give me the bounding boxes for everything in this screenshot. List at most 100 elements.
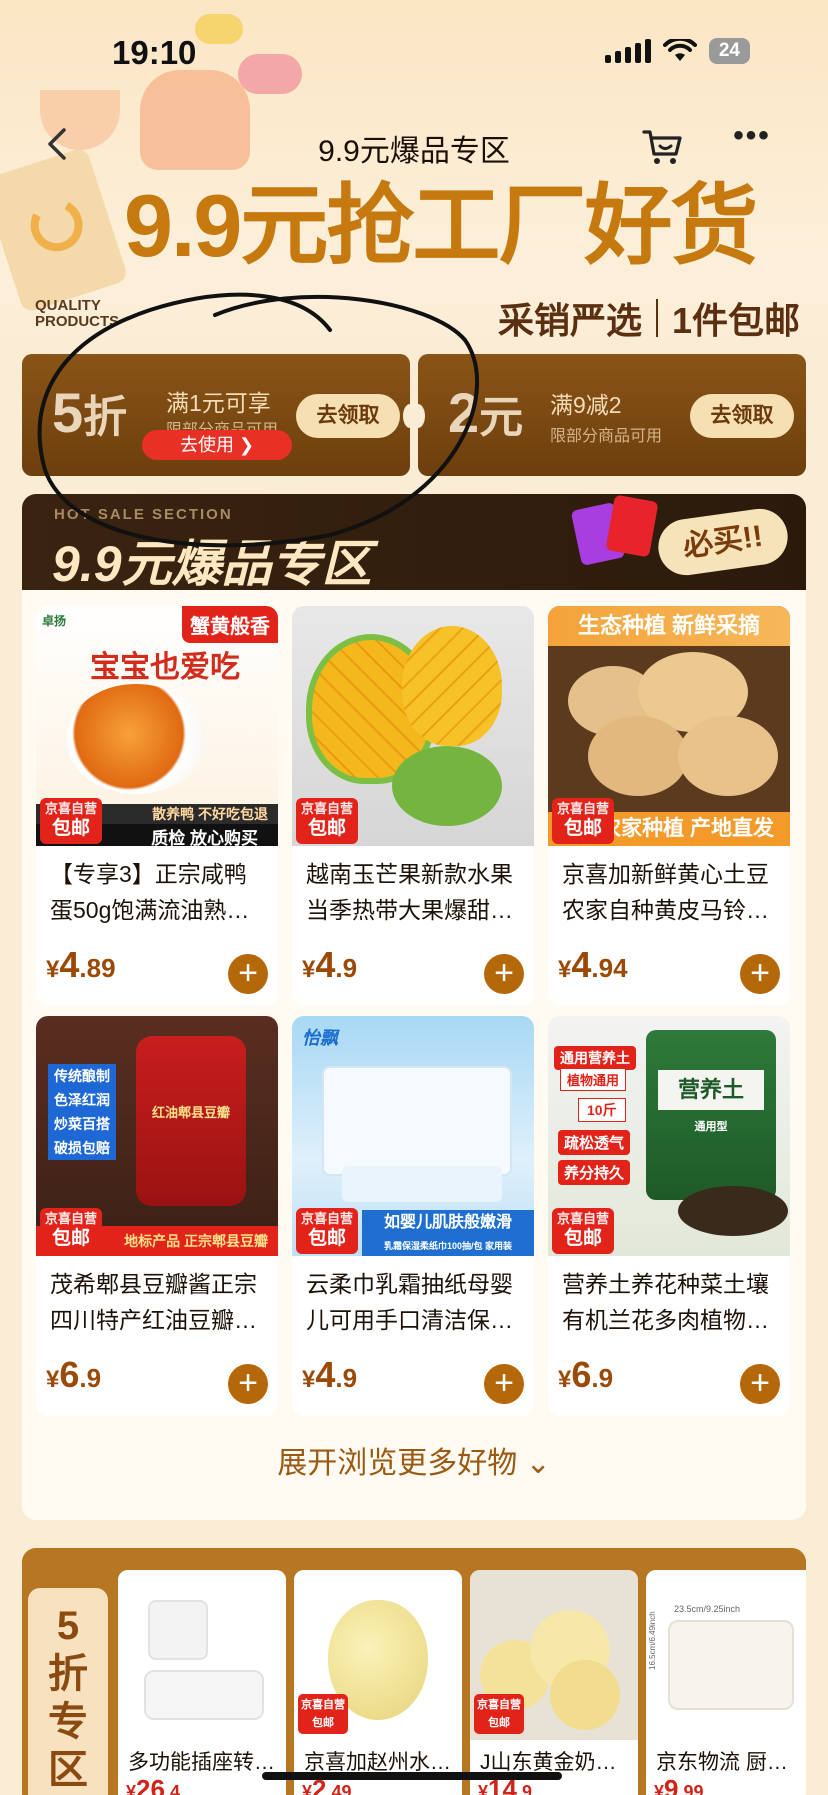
price-integer: 4 [59, 944, 80, 985]
price-integer: 9 [664, 1774, 679, 1795]
product-card[interactable]: 通用营养土 植物通用 10斤 疏松透气 养分持久 营养土 通用型 京喜自营 包邮 … [548, 1016, 790, 1416]
storage-box-image [668, 1620, 794, 1710]
expand-more-button[interactable]: 展开浏览更多好物 ⌄ [22, 1438, 806, 1482]
potato-image [588, 716, 688, 796]
product-tag: 植物通用 [560, 1068, 627, 1091]
badge-line-1: 京喜自营 [44, 801, 97, 816]
hot-sale-header: HOT SALE SECTION 9.9元爆品专区 必买!! [22, 494, 806, 592]
product-tag: 10斤 [578, 1098, 626, 1122]
product-banner-top: 生态种植 新鲜采摘 [548, 606, 790, 646]
coupon-subtext: 限部分商品可用 [550, 428, 663, 445]
price-decimal: .9 [516, 1782, 532, 1795]
product-price: ¥6.9 [558, 1354, 614, 1395]
add-icon[interactable]: + [228, 954, 268, 994]
claim-coupon-button[interactable]: 去领取 [690, 394, 794, 438]
product-price: ¥4.9 [302, 1354, 358, 1395]
hot-sale-section: HOT SALE SECTION 9.9元爆品专区 必买!! 卓扬 蟹黄般香 宝… [22, 494, 806, 1520]
brand-logo: 卓扬 [42, 614, 67, 628]
must-buy-badge: 必买!! [654, 505, 792, 579]
price-decimal: .49 [326, 1782, 352, 1795]
page-title: 9.9元爆品专区 [318, 135, 510, 168]
add-icon[interactable]: + [484, 954, 524, 994]
signal-icon [604, 39, 651, 63]
product-name: 越南玉芒果新款水果当季热带大果爆甜… [306, 861, 513, 923]
dimension-label: 16.5cm/6.49inch [648, 1611, 657, 1670]
coupon-card-5-off[interactable]: 5折 满1元可享 限部分商品可用 去领取 去使用 ❯ [22, 354, 410, 476]
add-icon[interactable]: + [740, 1364, 780, 1404]
product-image [118, 1570, 286, 1740]
price-decimal: .4 [164, 1782, 180, 1795]
badge-line-1: 京喜自营 [477, 1699, 521, 1711]
badge-line-2: 包邮 [307, 818, 346, 839]
product-price: ¥4.94 [558, 944, 628, 985]
battery-icon: 24 [708, 38, 750, 64]
hot-sale-title: 9.9元爆品专区 [52, 536, 372, 592]
product-banner-sub: 乳霜保湿柔纸巾100抽/包 家用装 [362, 1236, 534, 1256]
quality-line-1: QUALITY [35, 297, 101, 314]
half-price-zone-label: 5折专区 [28, 1588, 108, 1795]
coupon-value-unit: 元 [479, 393, 524, 442]
product-name: 【专享3】正宗咸鸭蛋50g饱满流油熟… [50, 861, 250, 923]
add-icon[interactable]: + [740, 954, 780, 994]
mini-product-card[interactable]: 多功能插座转… ¥26.4 [118, 1570, 286, 1795]
price-decimal: .9 [335, 953, 358, 983]
product-tag: 炒菜百搭 [48, 1112, 116, 1136]
mini-product-card[interactable]: 京喜自营 包邮 J山东黄金奶… ¥14.9 [470, 1570, 638, 1795]
power-strip-image [148, 1600, 208, 1660]
product-card[interactable]: 红油郫县豆瓣 传统酿制 色泽红润 炒菜百搭 破损包赔 地标产品 正宗郫县豆瓣 京… [36, 1016, 278, 1416]
shopping-bag-decoration [0, 146, 129, 314]
coupon-card-2-yuan[interactable]: 2元 满9减2 限部分商品可用 去领取 [418, 354, 806, 476]
product-name: 云柔巾乳霜抽纸母婴儿可用手口清洁保… [306, 1271, 513, 1333]
add-icon[interactable]: + [484, 1364, 524, 1404]
product-tag: 通用营养土 [554, 1046, 636, 1070]
bag-label: 营养土 [658, 1070, 764, 1110]
add-icon[interactable]: + [228, 1364, 268, 1404]
jd-self-operated-badge: 京喜自营 包邮 [552, 798, 614, 844]
coupon-value: 5折 [52, 380, 127, 445]
price-decimal: .9 [79, 1363, 102, 1393]
product-card[interactable]: 卓扬 蟹黄般香 宝宝也爱吃 散养鸭 不好吃包退 质检 放心购买 京喜自营 包邮 【… [36, 606, 278, 1006]
product-tag: 破损包赔 [48, 1136, 116, 1160]
price-integer: 6 [571, 1354, 592, 1395]
price-decimal: .99 [678, 1782, 704, 1795]
product-price: ¥6.9 [46, 1354, 102, 1395]
potato-image [678, 716, 778, 796]
product-card[interactable]: 生态种植 新鲜采摘 农家种植 产地直发 京喜自营 包邮 京喜加新鲜黄心土豆农家自种… [548, 606, 790, 1006]
price-integer: 4 [571, 944, 592, 985]
product-name: 京喜加新鲜黄心土豆农家自种黄皮马铃… [562, 861, 769, 923]
status-time: 19:10 [112, 34, 197, 71]
dimension-label: 23.5cm/9.25inch [674, 1604, 741, 1614]
quality-line-2: PRODUCTS [35, 313, 120, 330]
product-card[interactable]: 京喜自营 包邮 越南玉芒果新款水果当季热带大果爆甜… ¥4.9 + [292, 606, 534, 1006]
price-integer: 26 [136, 1774, 165, 1795]
hero-headline: 9.9元抢工厂好货 [124, 176, 758, 275]
price-decimal: .89 [79, 953, 116, 983]
jar-label: 红油郫县豆瓣 [151, 1105, 230, 1120]
nav-bar: 9.9元爆品专区 ••• [0, 120, 828, 170]
pear-image [550, 1660, 620, 1730]
product-tag: 色泽红润 [48, 1088, 116, 1112]
price-decimal: .94 [591, 953, 628, 983]
tagline-divider [655, 299, 658, 337]
claim-coupon-button[interactable]: 去领取 [296, 394, 400, 438]
product-price: ¥26.4 [126, 1774, 180, 1795]
mango-image [402, 626, 502, 746]
coupon-value-number: 5 [52, 381, 84, 444]
badge-line-2: 包邮 [307, 1228, 346, 1249]
coupon-value: 2元 [448, 380, 523, 445]
mango-image [392, 746, 502, 826]
jd-self-operated-badge: 京喜自营 包邮 [296, 1208, 358, 1254]
use-coupon-button[interactable]: 去使用 ❯ [142, 430, 292, 460]
product-banner-top: 如婴儿肌肤般嫩滑 [362, 1210, 534, 1236]
cart-icon[interactable] [640, 124, 684, 168]
mini-product-card[interactable]: 23.5cm/9.25inch 16.5cm/6.49inch 京东物流 厨… … [646, 1570, 806, 1795]
jd-self-operated-badge: 京喜自营 包邮 [296, 798, 358, 844]
coupon-condition: 满1元可享 [166, 390, 271, 416]
more-icon[interactable]: ••• [730, 121, 774, 164]
mini-product-card[interactable]: 京喜自营 包邮 京喜加赵州水… ¥2.49 [294, 1570, 462, 1795]
hero-tagline: 采销严选 1件包邮 [498, 292, 800, 344]
tagline-right: 1件包邮 [671, 300, 800, 341]
price-integer: 6 [59, 1354, 80, 1395]
product-card[interactable]: 怡飘 如婴儿肌肤般嫩滑 乳霜保湿柔纸巾100抽/包 家用装 京喜自营 包邮 云柔巾… [292, 1016, 534, 1416]
coupon-notch [403, 404, 410, 428]
